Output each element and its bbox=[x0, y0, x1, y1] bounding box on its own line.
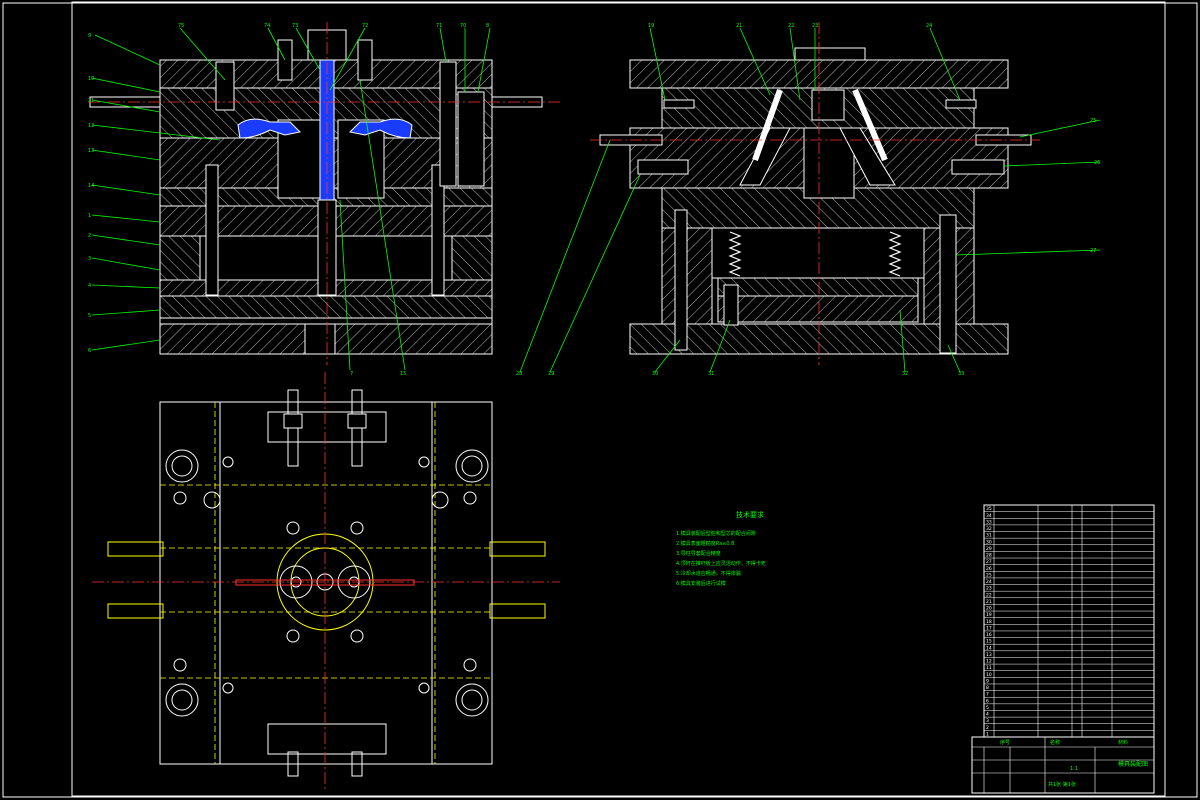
bom-row-number: 9 bbox=[986, 678, 989, 684]
main-view-callout: 5 bbox=[88, 313, 91, 319]
bom-row-number: 15 bbox=[986, 639, 992, 645]
bom-row-number: 23 bbox=[986, 586, 992, 592]
side-view-callout: 27 bbox=[1090, 248, 1096, 254]
main-view-callout: 12 bbox=[88, 123, 94, 129]
side-view-callout: 28 bbox=[516, 371, 522, 377]
side-view-callout: 31 bbox=[708, 371, 714, 377]
main-view-callout: 11 bbox=[88, 98, 94, 104]
main-view-callout: 15 bbox=[400, 371, 406, 377]
side-view-callout: 21 bbox=[736, 23, 742, 29]
bom-row-number: 28 bbox=[986, 553, 992, 559]
side-view-callout: 26 bbox=[1094, 160, 1100, 166]
bom-row-number: 32 bbox=[986, 526, 992, 532]
bom-row-number: 17 bbox=[986, 625, 992, 631]
tech-req-item: 3.导柱导套配合精度 bbox=[676, 550, 721, 557]
bom-row-number: 34 bbox=[986, 513, 992, 519]
bill-of-materials: 序号 名称 材料 模具装配图 1:1 共1张 第1张 3534333231302… bbox=[971, 504, 1155, 794]
bom-header-seq: 序号 bbox=[1000, 739, 1010, 746]
bom-row-number: 25 bbox=[986, 572, 992, 578]
bom-row-number: 18 bbox=[986, 619, 992, 625]
main-view-callout: 75 bbox=[178, 23, 184, 29]
bom-row-number: 16 bbox=[986, 632, 992, 638]
tech-req-item: 1.模具装配后型腔和型芯的配合间隙 bbox=[676, 530, 756, 537]
main-view-callout: 4 bbox=[88, 283, 91, 289]
bom-row-number: 20 bbox=[986, 606, 992, 612]
side-view-callout: 29 bbox=[548, 371, 554, 377]
side-view-callout: 19 bbox=[648, 23, 654, 29]
main-view-callout: 9 bbox=[88, 33, 91, 39]
bom-row-number: 27 bbox=[986, 559, 992, 565]
side-view-callout: 32 bbox=[902, 371, 908, 377]
bom-row-number: 33 bbox=[986, 519, 992, 525]
bom-row-number: 8 bbox=[986, 685, 989, 691]
side-view-callout: 30 bbox=[652, 371, 658, 377]
bom-row-number: 2 bbox=[986, 725, 989, 731]
main-view-callout: 14 bbox=[88, 183, 94, 189]
bom-row-number: 1 bbox=[986, 732, 989, 738]
bom-row-number: 4 bbox=[986, 712, 989, 718]
title-block-sheet: 共1张 第1张 bbox=[1048, 781, 1076, 788]
main-view-callout: 74 bbox=[264, 23, 270, 29]
main-view-callout: 70 bbox=[460, 23, 466, 29]
main-view-callout: 8 bbox=[486, 23, 489, 29]
bom-row-number: 12 bbox=[986, 659, 992, 665]
main-view-callout: 7 bbox=[350, 371, 353, 377]
main-section-view bbox=[88, 22, 560, 371]
bom-row-number: 22 bbox=[986, 592, 992, 598]
bom-row-number: 19 bbox=[986, 612, 992, 618]
main-view-callout: 73 bbox=[292, 23, 298, 29]
main-view-callout: 1 bbox=[88, 213, 91, 219]
bom-row-number: 24 bbox=[986, 579, 992, 585]
title-block-drawing-name: 模具装配图 bbox=[1118, 760, 1148, 768]
bom-row-number: 11 bbox=[986, 665, 992, 671]
main-view-callout: 71 bbox=[436, 23, 442, 29]
bom-row-number: 31 bbox=[986, 533, 992, 539]
main-view-callout: 10 bbox=[88, 76, 94, 82]
bom-header-name: 名称 bbox=[1050, 739, 1060, 746]
tech-req-title: 技术要求 bbox=[736, 510, 764, 519]
title-block-scale: 1:1 bbox=[1070, 766, 1078, 772]
side-view-callout: 24 bbox=[926, 23, 932, 29]
tech-req-item: 2.模具表面粗糙度Ra≤0.8 bbox=[676, 540, 734, 547]
bom-row-number: 10 bbox=[986, 672, 992, 678]
bom-row-number: 6 bbox=[986, 698, 989, 704]
bom-row-number: 26 bbox=[986, 566, 992, 572]
bom-row-number: 35 bbox=[986, 506, 992, 512]
technical-requirements: 技术要求 1.模具装配后型腔和型芯的配合间隙 2.模具表面粗糙度Ra≤0.8 3… bbox=[676, 510, 766, 587]
tech-req-item: 4.顶杆在推杆板上应灵活动作，不得卡死 bbox=[676, 560, 766, 567]
bom-row-number: 3 bbox=[986, 718, 989, 724]
bom-header-material: 材料 bbox=[1118, 739, 1128, 746]
main-view-callout: 3 bbox=[88, 256, 91, 262]
bom-row-number: 5 bbox=[986, 705, 989, 711]
main-view-callout: 2 bbox=[88, 233, 91, 239]
side-section-view bbox=[519, 22, 1101, 373]
tech-req-item: 5.冷却水道应畅通，不得渗漏 bbox=[676, 570, 741, 577]
bom-row-number: 21 bbox=[986, 599, 992, 605]
bom-row-number: 14 bbox=[986, 645, 992, 651]
cad-drawing-canvas: 技术要求 1.模具装配后型腔和型芯的配合间隙 2.模具表面粗糙度Ra≤0.8 3… bbox=[2, 1, 1198, 798]
side-view-callout: 33 bbox=[958, 371, 964, 377]
side-view-callout: 23 bbox=[812, 23, 818, 29]
bom-row-number: 30 bbox=[986, 539, 992, 545]
bom-row-number: 7 bbox=[986, 692, 989, 698]
side-view-callout: 22 bbox=[788, 23, 794, 29]
main-view-callout: 13 bbox=[88, 148, 94, 154]
main-view-callout: 6 bbox=[88, 348, 91, 354]
plan-view bbox=[92, 372, 560, 790]
tech-req-item: 6.模具安装后进行试模 bbox=[676, 580, 726, 587]
bom-row-number: 13 bbox=[986, 652, 992, 658]
main-view-callout: 72 bbox=[362, 23, 368, 29]
bom-row-number: 29 bbox=[986, 546, 992, 552]
side-view-callout: 25 bbox=[1090, 118, 1096, 124]
